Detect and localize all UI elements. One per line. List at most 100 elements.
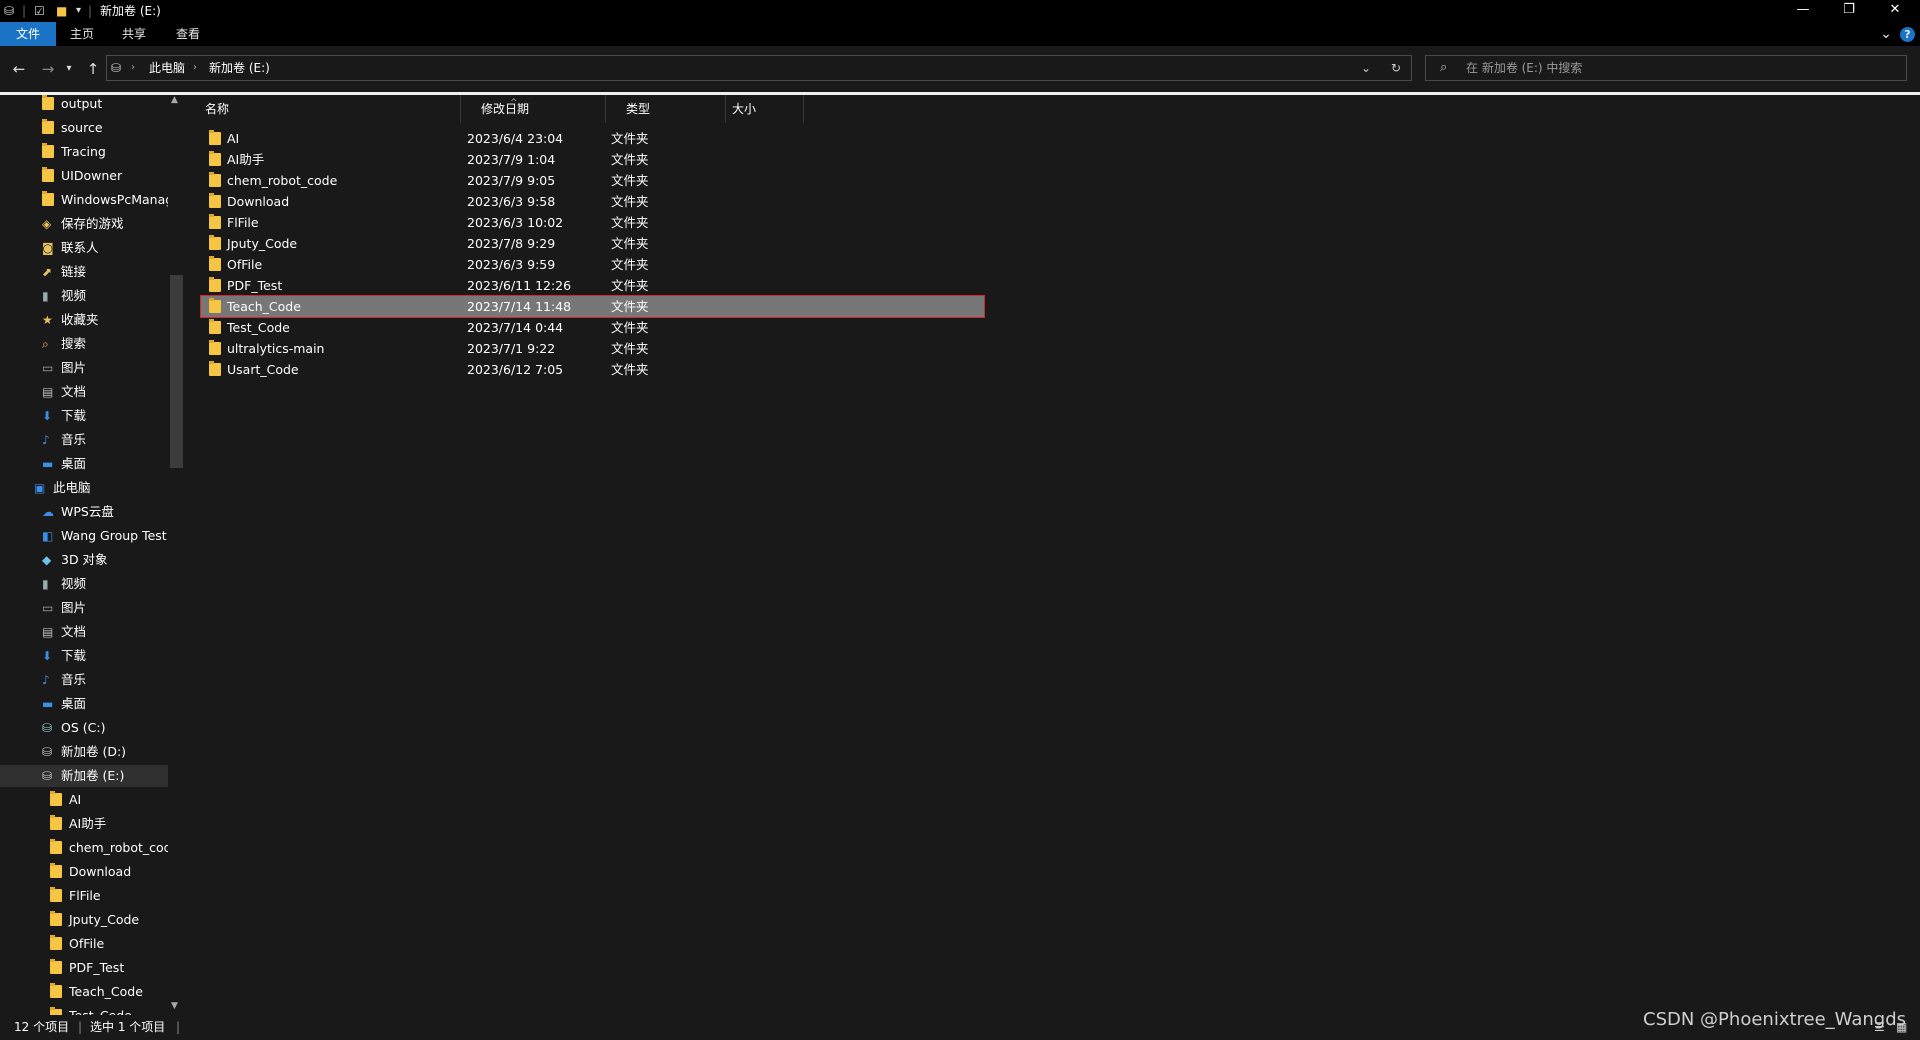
address-bar[interactable]: ⛁ › 此电脑 › 新加卷 (E:) ⌄ ↻ [106,55,1412,81]
up-arrow-icon[interactable]: ↑ [83,59,103,79]
nav-item[interactable]: ◧ Wang Group Test [0,525,168,547]
nav-item[interactable]: Download [0,861,168,883]
properties-icon[interactable]: ☑ [34,3,45,19]
documents-icon: ▤ [42,625,54,639]
file-type: 文件夹 [611,236,649,251]
nav-item[interactable]: UIDowner [0,165,168,187]
file-date: 2023/6/3 10:02 [467,215,564,230]
forward-arrow-icon[interactable]: → [38,59,58,79]
file-row[interactable]: OfFile 2023/6/3 9:59 文件夹 [201,254,984,275]
nav-item[interactable]: ⬇ 下载 [0,645,168,667]
pictures-icon: ▭ [42,361,54,375]
file-row[interactable]: Usart_Code 2023/6/12 7:05 文件夹 [201,359,984,380]
nav-item[interactable]: ♪ 音乐 [0,429,168,451]
new-folder-icon[interactable]: ■ [56,3,67,19]
scroll-up-icon[interactable]: ▲ [171,95,178,105]
tab-share[interactable]: 共享 [112,22,156,46]
column-header-name[interactable]: 名称 ^ [185,95,518,123]
nav-item[interactable]: ▤ 文档 [0,621,168,643]
nav-item[interactable]: WindowsPcManag [0,189,168,211]
nav-item[interactable]: AI [0,789,168,811]
nav-scrollbar[interactable]: ▲ ▼ [168,95,185,1015]
file-row[interactable]: AI助手 2023/7/9 1:04 文件夹 [201,149,984,170]
nav-item[interactable]: Jputy_Code [0,909,168,931]
file-row[interactable]: AI 2023/6/4 23:04 文件夹 [201,128,984,149]
nav-item-label: 3D 对象 [61,552,108,567]
nav-item[interactable]: ▬ 桌面 [0,453,168,475]
address-dropdown-icon[interactable]: ⌄ [1361,56,1371,80]
nav-item[interactable]: output [0,95,168,115]
nav-item[interactable]: ▮ 视频 [0,285,168,307]
nav-item[interactable]: Test_Code [0,1005,168,1015]
file-type: 文件夹 [611,131,649,146]
nav-item[interactable]: chem_robot_code [0,837,168,859]
downloads-icon: ⬇ [42,649,53,663]
nav-item[interactable]: OfFile [0,933,168,955]
nav-item[interactable]: ⛁ OS (C:) [0,717,168,739]
file-name: AI助手 [227,152,265,167]
nav-item[interactable]: ★ 收藏夹 [0,309,168,331]
file-row[interactable]: FlFile 2023/6/3 10:02 文件夹 [201,212,984,233]
search-input[interactable]: ⌕ 在 新加卷 (E:) 中搜索 [1425,55,1907,81]
file-row[interactable]: PDF_Test 2023/6/11 12:26 文件夹 [201,275,984,296]
nav-item[interactable]: ▮ 视频 [0,573,168,595]
nav-item[interactable]: ♪ 音乐 [0,669,168,691]
nav-item-label: chem_robot_code [69,840,168,855]
nav-scrollbar-thumb[interactable] [170,275,183,468]
nav-item[interactable]: Tracing [0,141,168,163]
breadcrumb-this-pc[interactable]: 此电脑 [149,56,185,80]
restore-button[interactable]: ❐ [1826,0,1872,22]
column-header-date[interactable]: 修改日期 [461,95,606,123]
close-button[interactable]: ✕ [1872,0,1918,22]
breadcrumb-drive-e[interactable]: 新加卷 (E:) [209,56,270,80]
breadcrumb-chevron-icon[interactable]: › [131,56,135,80]
nav-item[interactable]: ▤ 文档 [0,381,168,403]
file-row[interactable]: chem_robot_code 2023/7/9 9:05 文件夹 [201,170,984,191]
tab-view[interactable]: 查看 [166,22,210,46]
nav-item[interactable]: AI助手 [0,813,168,835]
ribbon-expand-icon[interactable]: ⌄ [1876,22,1896,46]
nav-item[interactable]: source [0,117,168,139]
nav-item[interactable]: ⛁ 新加卷 (E:) [0,765,168,787]
file-row[interactable]: Download 2023/6/3 9:58 文件夹 [201,191,984,212]
recent-locations-chevron-icon[interactable]: ▾ [63,59,75,79]
desktop-icon: ▬ [42,697,54,711]
nav-item-label: AI助手 [69,816,107,831]
nav-item[interactable]: ⬇ 下载 [0,405,168,427]
nav-item[interactable]: ◆ 3D 对象 [0,549,168,571]
tab-file[interactable]: 文件 [0,22,56,46]
nav-item[interactable]: ⌕ 搜索 [0,333,168,355]
file-date: 2023/7/14 0:44 [467,320,564,335]
nav-item[interactable]: ▣ 此电脑 [0,477,168,499]
file-name: OfFile [227,257,263,272]
nav-item[interactable]: ◈ 保存的游戏 [0,213,168,235]
help-icon[interactable]: ? [1900,27,1915,42]
quick-access-dropdown-icon[interactable]: ▾ [76,3,81,19]
folder-icon [42,95,54,110]
nav-item[interactable]: ▭ 图片 [0,357,168,379]
file-name: FlFile [227,215,259,230]
file-row[interactable]: ultralytics-main 2023/7/1 9:22 文件夹 [201,338,984,359]
back-arrow-icon[interactable]: ← [9,59,29,79]
saved-games-icon: ◈ [42,217,52,231]
nav-item[interactable]: FlFile [0,885,168,907]
file-row[interactable]: Teach_Code 2023/7/14 11:48 文件夹 [200,295,985,318]
file-row[interactable]: Jputy_Code 2023/7/8 9:29 文件夹 [201,233,984,254]
breadcrumb-chevron-icon[interactable]: › [193,56,197,80]
file-row[interactable]: Test_Code 2023/7/14 0:44 文件夹 [201,317,984,338]
nav-item-label: 图片 [61,360,87,375]
nav-item[interactable]: ◙ 联系人 [0,237,168,259]
refresh-icon[interactable]: ↻ [1391,56,1401,80]
column-header-type[interactable]: 类型 [606,95,726,123]
nav-item[interactable]: ▭ 图片 [0,597,168,619]
tab-home[interactable]: 主页 [60,22,104,46]
minimize-button[interactable]: — [1780,0,1826,22]
column-header-size[interactable]: 大小 [726,95,804,123]
nav-item[interactable]: ⛁ 新加卷 (D:) [0,741,168,763]
nav-item[interactable]: Teach_Code [0,981,168,1003]
nav-item[interactable]: ⬈ 链接 [0,261,168,283]
nav-item[interactable]: PDF_Test [0,957,168,979]
nav-item[interactable]: ☁ WPS云盘 [0,501,168,523]
nav-item[interactable]: ▬ 桌面 [0,693,168,715]
scroll-down-icon[interactable]: ▼ [171,1001,178,1011]
